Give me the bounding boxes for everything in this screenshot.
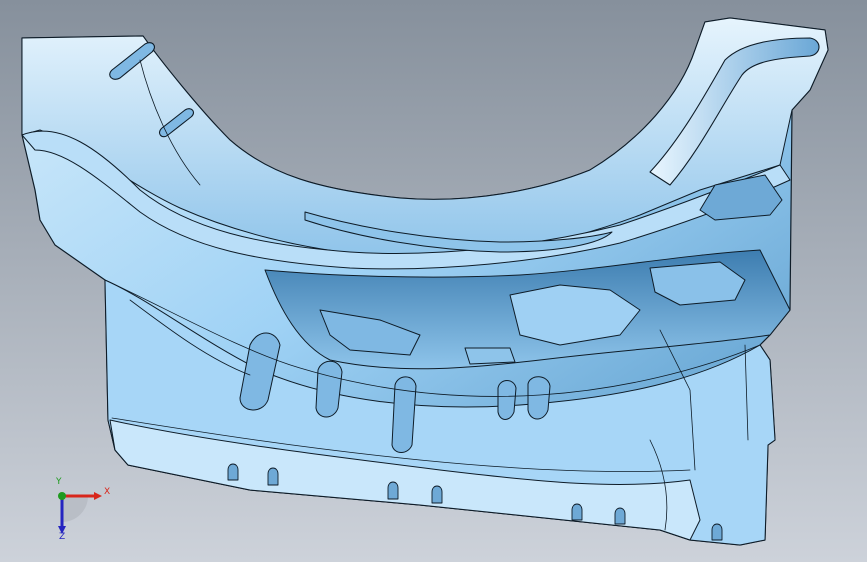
dimple-4 <box>497 380 517 420</box>
z-axis-label: Z <box>59 532 66 542</box>
notch-5 <box>571 503 583 521</box>
notch-4 <box>431 485 443 504</box>
notch-3 <box>387 481 399 500</box>
notch-7 <box>711 523 723 541</box>
model-canvas[interactable] <box>0 0 867 562</box>
notch-1 <box>227 463 239 481</box>
dimple-2 <box>315 360 343 418</box>
notch-2 <box>267 467 279 486</box>
dimple-5 <box>527 376 551 420</box>
notch-6 <box>614 507 626 525</box>
triad-quadrant <box>62 496 88 522</box>
x-axis-arrowhead <box>94 492 102 500</box>
cavity-pocket-d <box>464 347 516 365</box>
dimple-3 <box>391 376 417 453</box>
3d-viewport[interactable]: X Y Z <box>0 0 867 562</box>
y-axis-label: Y <box>56 477 62 487</box>
x-axis-label: X <box>104 487 111 497</box>
coordinate-triad: X Y Z <box>40 478 120 548</box>
y-axis-dot <box>58 492 66 500</box>
